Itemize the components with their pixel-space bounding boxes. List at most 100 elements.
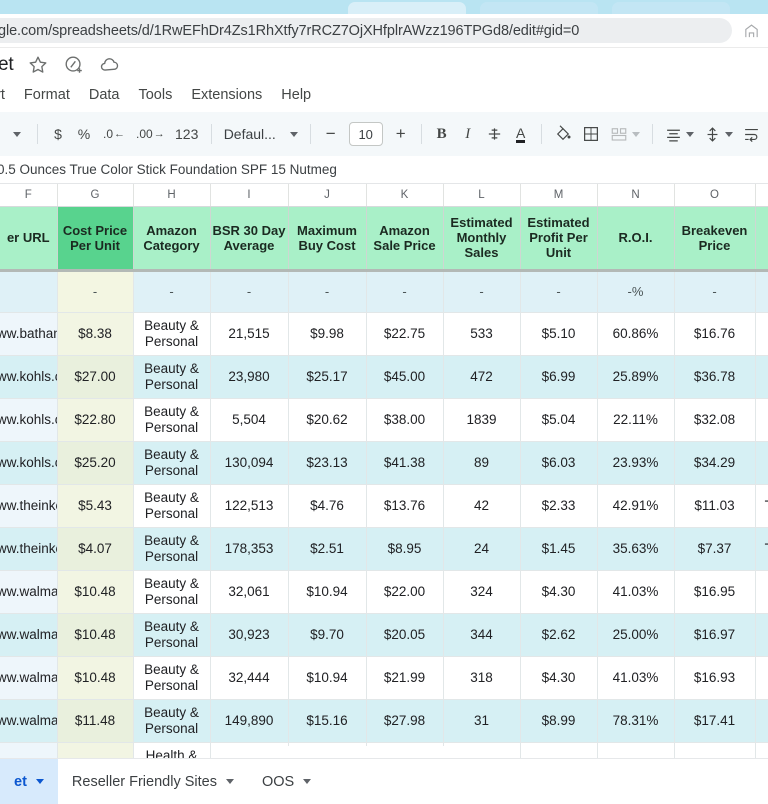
font-size-input[interactable]: 10 bbox=[344, 120, 388, 148]
cell-breakeven-price[interactable]: $16.97 bbox=[674, 613, 756, 657]
header-estimated-profit-per-unit[interactable]: Estimated Profit Per Unit bbox=[520, 206, 598, 272]
cell-bsr-30-day[interactable]: 5,504 bbox=[210, 398, 289, 442]
horizontal-align-button[interactable] bbox=[660, 120, 699, 148]
cell-seller-url[interactable]: ww.walma bbox=[0, 656, 58, 700]
cell-estimated-monthly-sales[interactable]: 89 bbox=[443, 441, 521, 485]
header-amazon-sale-price[interactable]: Amazon Sale Price bbox=[366, 206, 444, 272]
cell-bsr-30-day[interactable]: 149,890 bbox=[210, 699, 289, 743]
strikethrough-button[interactable] bbox=[481, 120, 508, 148]
cell-breakeven-price[interactable]: $17.41 bbox=[674, 699, 756, 743]
cell-amazon-sale-price[interactable]: $8.95 bbox=[366, 527, 444, 571]
cell-estimated-monthly-sales[interactable]: 31 bbox=[443, 699, 521, 743]
cell-overflow[interactable]: Th bbox=[755, 527, 768, 571]
cell-breakeven-price[interactable]: $34.29 bbox=[674, 441, 756, 485]
sheet-tab-active[interactable]: et bbox=[0, 759, 58, 804]
cell-amazon-sale-price[interactable]: $20.05 bbox=[366, 613, 444, 657]
cell-bsr-30-day[interactable]: 130,094 bbox=[210, 441, 289, 485]
menu-item-data[interactable]: Data bbox=[89, 87, 120, 103]
seller-url-link[interactable]: ww.walma bbox=[0, 627, 56, 643]
cell-estimated-monthly-sales[interactable]: 1839 bbox=[443, 398, 521, 442]
column-header-G[interactable]: G bbox=[57, 184, 134, 207]
cell-estimated-monthly-sales[interactable]: 318 bbox=[443, 656, 521, 700]
cell-maximum-buy-cost[interactable]: $20.62 bbox=[288, 398, 367, 442]
header-bsr-30-day-average[interactable]: BSR 30 Day Average bbox=[210, 206, 289, 272]
share-icon[interactable] bbox=[743, 23, 760, 40]
menu-item-insert[interactable]: ert bbox=[0, 87, 5, 103]
cell-seller-url[interactable]: ww.walma bbox=[0, 613, 58, 657]
browser-tab[interactable] bbox=[348, 2, 466, 14]
cell-breakeven-price[interactable]: $36.78 bbox=[674, 355, 756, 399]
table-row[interactable]: --------%- bbox=[0, 270, 768, 313]
column-header-L[interactable]: L bbox=[443, 184, 521, 207]
column-header-M[interactable]: M bbox=[520, 184, 598, 207]
cell-roi[interactable]: 60.86% bbox=[597, 312, 675, 356]
table-row[interactable]: ww.kohls.c$22.80Beauty & Personal5,504$2… bbox=[0, 398, 768, 442]
seller-url-link[interactable]: ww.kohls.c bbox=[0, 412, 56, 428]
cell-estimated-monthly-sales[interactable]: 24 bbox=[443, 527, 521, 571]
text-color-button[interactable]: A bbox=[508, 120, 534, 148]
table-row[interactable]: ww.kohls.c$27.00Beauty & Personal23,980$… bbox=[0, 355, 768, 399]
cell-seller-url[interactable]: ww.kohls.c bbox=[0, 441, 58, 485]
cell-amazon-sale-price[interactable]: $27.98 bbox=[366, 699, 444, 743]
browser-address-bar[interactable]: gle.com/spreadsheets/d/1RwEFhDr4Zs1RhXtf… bbox=[0, 14, 768, 48]
cell-cost-price[interactable]: $4.07 bbox=[57, 527, 134, 571]
column-header-O[interactable]: O bbox=[674, 184, 756, 207]
cell-estimated-profit[interactable]: $6.99 bbox=[520, 355, 598, 399]
seller-url-link[interactable]: ww.walma bbox=[0, 713, 56, 729]
cell-roi[interactable]: -% bbox=[597, 270, 675, 313]
cell-cost-price[interactable]: $10.48 bbox=[57, 570, 134, 614]
cell-breakeven-price[interactable]: $16.93 bbox=[674, 656, 756, 700]
cell-seller-url[interactable] bbox=[0, 270, 58, 313]
column-header-I[interactable]: I bbox=[210, 184, 289, 207]
cell-amazon-category[interactable]: Beauty & Personal bbox=[133, 312, 211, 356]
cell-maximum-buy-cost[interactable]: $4.76 bbox=[288, 484, 367, 528]
document-title[interactable]: et bbox=[0, 54, 14, 76]
seller-url-link[interactable]: ww.theinke bbox=[0, 541, 56, 557]
cloud-saved-icon[interactable] bbox=[99, 54, 121, 76]
menu-item-tools[interactable]: Tools bbox=[138, 87, 172, 103]
column-header-row[interactable]: F G H I J K L M N O bbox=[0, 184, 768, 207]
cell-amazon-sale-price[interactable]: - bbox=[366, 270, 444, 313]
decrease-decimal-button[interactable]: .0 ← bbox=[97, 120, 131, 148]
cell-breakeven-price[interactable]: $32.08 bbox=[674, 398, 756, 442]
table-row[interactable]: ww.bathan$8.38Beauty & Personal21,515$9.… bbox=[0, 312, 768, 356]
browser-tab-strip[interactable] bbox=[0, 0, 768, 14]
cell-maximum-buy-cost[interactable]: $9.98 bbox=[288, 312, 367, 356]
cell-maximum-buy-cost[interactable]: - bbox=[288, 270, 367, 313]
cell-amazon-category[interactable]: Beauty & Personal bbox=[133, 656, 211, 700]
cell-maximum-buy-cost[interactable]: $15.16 bbox=[288, 699, 367, 743]
table-row[interactable]: ww.theinke$4.07Beauty & Personal178,353$… bbox=[0, 527, 768, 571]
cell-overflow[interactable]: Th bbox=[755, 484, 768, 528]
cell-amazon-category[interactable]: Beauty & Personal bbox=[133, 398, 211, 442]
formatting-toolbar[interactable]: $ % .0 ← .00 → 123 Defaul... − 10 + B I … bbox=[0, 112, 768, 156]
cell-maximum-buy-cost[interactable]: $10.94 bbox=[288, 656, 367, 700]
percent-format-button[interactable]: % bbox=[71, 120, 97, 148]
cell-amazon-category[interactable]: Beauty & Personal bbox=[133, 527, 211, 571]
cell-cost-price[interactable]: $10.48 bbox=[57, 656, 134, 700]
menu-item-help[interactable]: Help bbox=[281, 87, 311, 103]
cell-roi[interactable]: 42.91% bbox=[597, 484, 675, 528]
cell-breakeven-price[interactable]: $16.95 bbox=[674, 570, 756, 614]
more-formats-button[interactable]: 123 bbox=[170, 120, 204, 148]
column-header-J[interactable]: J bbox=[288, 184, 367, 207]
cell-cost-price[interactable]: $11.48 bbox=[57, 699, 134, 743]
table-row[interactable]: ww.walma $10.48 Beauty & Personal 32,444 $10… bbox=[0, 656, 768, 700]
cell-cost-price[interactable]: $27.00 bbox=[57, 355, 134, 399]
borders-button[interactable] bbox=[577, 120, 605, 148]
cell-estimated-profit[interactable]: $4.30 bbox=[520, 656, 598, 700]
cell-maximum-buy-cost[interactable]: $25.17 bbox=[288, 355, 367, 399]
bold-button[interactable]: B bbox=[429, 120, 455, 148]
column-header-K[interactable]: K bbox=[366, 184, 444, 207]
cell-cost-price[interactable]: $5.43 bbox=[57, 484, 134, 528]
cell-seller-url[interactable]: ww.walma bbox=[0, 570, 58, 614]
cell-cost-price[interactable]: $10.48 bbox=[57, 613, 134, 657]
cell-maximum-buy-cost[interactable]: $9.70 bbox=[288, 613, 367, 657]
cell-roi[interactable]: 78.31% bbox=[597, 699, 675, 743]
cell-estimated-monthly-sales[interactable]: 42 bbox=[443, 484, 521, 528]
cell-estimated-monthly-sales[interactable]: 472 bbox=[443, 355, 521, 399]
table-row[interactable]: ww.kohls.c$25.20Beauty & Personal130,094… bbox=[0, 441, 768, 485]
header-seller-url[interactable]: er URL bbox=[0, 206, 58, 272]
cell-breakeven-price[interactable]: $11.03 bbox=[674, 484, 756, 528]
table-row[interactable]: ww.walma $10.48 Beauty & Personal 32,061 $10… bbox=[0, 570, 768, 614]
header-cost-price-per-unit[interactable]: Cost Price Per Unit bbox=[57, 206, 134, 272]
